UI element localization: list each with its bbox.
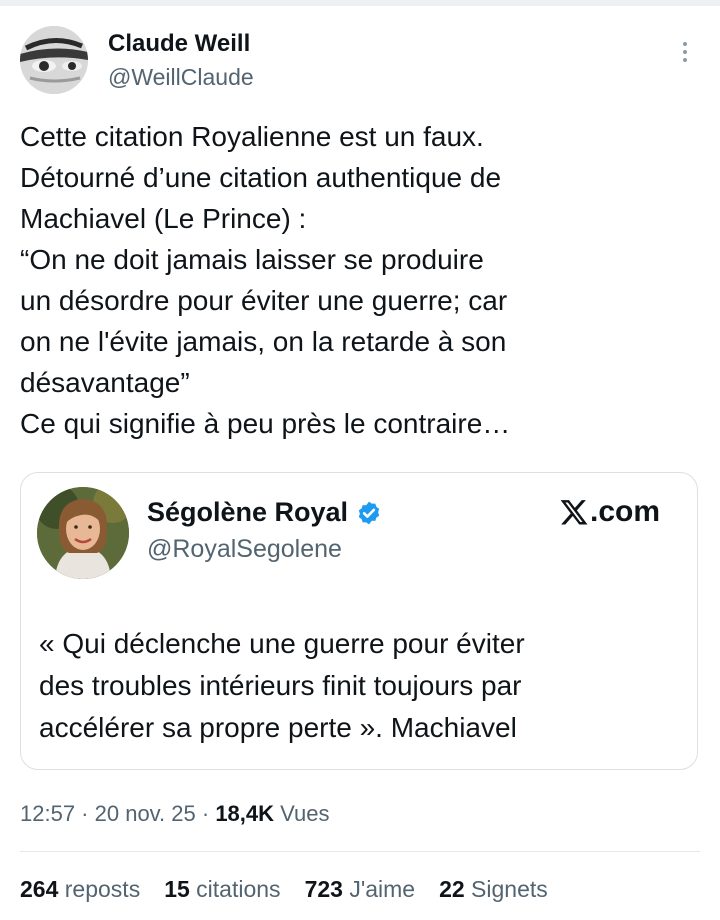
author-avatar[interactable] xyxy=(20,26,88,94)
tweet-meta: 12:57 · 20 nov. 25 · 18,4K Vues xyxy=(20,801,329,827)
likes-label: J'aime xyxy=(342,876,416,902)
citations-stat[interactable]: 15 citations xyxy=(164,876,280,903)
quote-text-line: accélérer sa propre perte ». Machiavel xyxy=(39,712,517,743)
citations-label: citations xyxy=(189,876,281,902)
author-handle[interactable]: @WeillClaude xyxy=(108,64,254,91)
quote-text: « Qui déclenche une guerre pour éviter d… xyxy=(39,623,689,749)
quote-author-name-row: Ségolène Royal xyxy=(147,497,382,528)
quote-author-handle[interactable]: @RoyalSegolene xyxy=(147,535,342,564)
quote-author-name[interactable]: Ségolène Royal xyxy=(147,497,348,528)
meta-separator: · xyxy=(195,801,216,826)
tweet-text-line: un désordre pour éviter une guerre; car xyxy=(20,285,508,316)
quote-author-avatar-image xyxy=(37,487,129,579)
reposts-stat[interactable]: 264 reposts xyxy=(20,876,140,903)
likes-stat[interactable]: 723 J'aime xyxy=(305,876,416,903)
tweet-text-line: Détourné d’une citation authentique de xyxy=(20,162,502,193)
tweet-text-line: Ce qui signifie à peu près le contraire… xyxy=(20,408,511,439)
quote-text-line: « Qui déclenche une guerre pour éviter xyxy=(39,628,525,659)
bookmarks-count: 22 xyxy=(439,876,465,902)
likes-count: 723 xyxy=(304,876,343,902)
views-count: 18,4K xyxy=(215,801,275,826)
tweet-text-line: Cette citation Royalienne est un faux. xyxy=(20,121,484,152)
tweet-date[interactable]: 20 nov. 25 xyxy=(95,801,196,826)
author-avatar-image xyxy=(20,26,88,94)
x-logo-icon xyxy=(560,500,588,525)
quote-author-avatar[interactable] xyxy=(37,487,129,579)
meta-separator: · xyxy=(75,801,95,826)
author-name[interactable]: Claude Weill xyxy=(108,30,250,58)
tweet-text-line: Machiavel (Le Prince) : xyxy=(20,203,307,234)
tweet-text-line: désavantage” xyxy=(20,367,190,398)
quote-text-line: des troubles intérieurs finit toujours p… xyxy=(39,670,522,701)
tweet-text-line: on ne l'évite jamais, on la retarde à so… xyxy=(20,326,507,357)
stats-divider xyxy=(20,851,700,852)
reposts-count: 264 xyxy=(20,876,59,902)
tweet-time[interactable]: 12:57 xyxy=(20,801,75,826)
tweet-text: Cette citation Royalienne est un faux. D… xyxy=(20,116,700,444)
bookmarks-stat[interactable]: 22 Signets xyxy=(439,876,548,903)
more-vertical-icon[interactable] xyxy=(675,42,695,68)
verified-badge-icon xyxy=(358,501,380,524)
views-label: Vues xyxy=(274,801,330,826)
tweet-text-line: “On ne doit jamais laisser se produire xyxy=(20,244,484,275)
x-com-label: .com xyxy=(590,495,661,528)
bookmarks-label: Signets xyxy=(464,876,548,902)
reposts-label: reposts xyxy=(58,876,141,902)
citations-count: 15 xyxy=(164,876,190,902)
top-divider xyxy=(0,0,720,6)
x-com-logo: .com xyxy=(559,495,660,529)
quoted-tweet-card[interactable]: Ségolène Royal @RoyalSegolene .com « Qui… xyxy=(20,472,698,770)
tweet-stats: 264 reposts 15 citations 723 J'aime 22 S… xyxy=(20,876,572,903)
